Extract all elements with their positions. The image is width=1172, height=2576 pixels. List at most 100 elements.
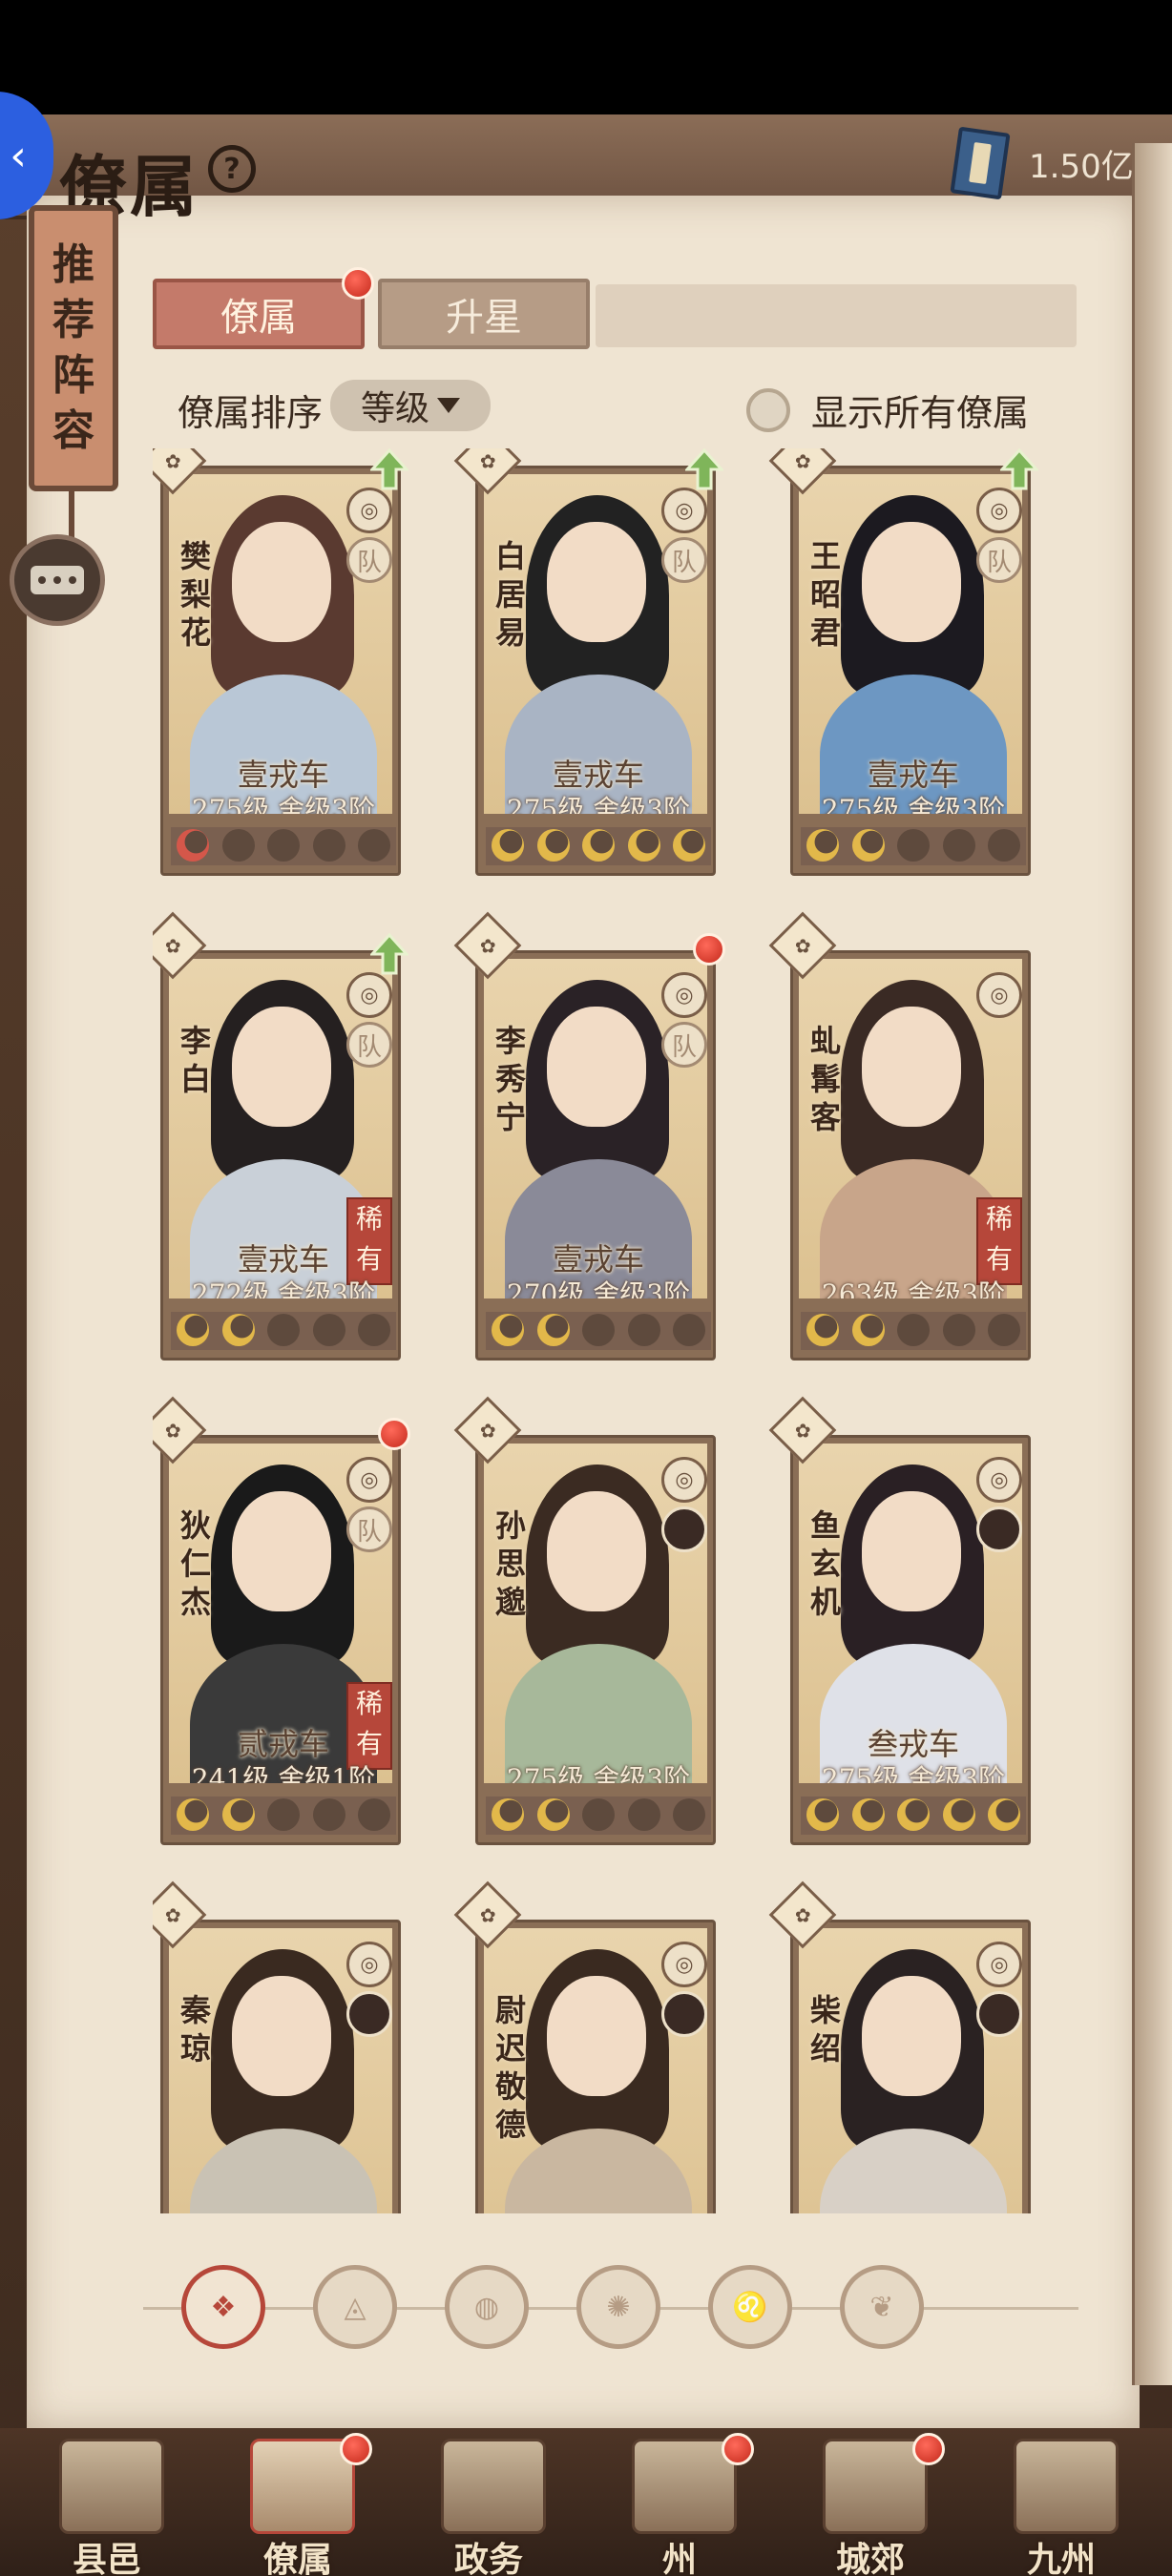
recommend-char: 阵: [52, 351, 94, 400]
portrait-face: [547, 1976, 646, 2096]
companion-avatar: [976, 1506, 1022, 1552]
star-row: [171, 1312, 396, 1350]
star-filled-icon: [851, 1314, 885, 1346]
level-stage-label: 275级 舍级3阶: [799, 1758, 1022, 1783]
star-row: [486, 827, 711, 865]
all-filter-icon[interactable]: ❖: [181, 2265, 265, 2349]
recommend-char: 容: [52, 406, 94, 455]
card-frame: 王昭君 ◎ 队 壹戎车 275级 舍级3阶: [790, 466, 1031, 876]
star-filled-icon: [897, 1798, 930, 1831]
stage-value: 舍级3阶: [278, 794, 376, 814]
sort-value: 等级: [360, 389, 429, 428]
nav-icon: [1014, 2439, 1119, 2534]
card-frame: 虬髯客 ◎ 稀有 263级 舍级3阶: [790, 950, 1031, 1361]
tab-retainers[interactable]: 僚属: [153, 267, 374, 349]
show-all-toggle[interactable]: 显示所有僚属: [746, 384, 1029, 436]
retainer-card[interactable]: 孙思邈 ◎ 275级 舍级3阶 ✿: [453, 1396, 723, 1857]
chat-button[interactable]: [10, 534, 105, 626]
star-empty-icon: [897, 829, 930, 862]
level-value: 275级: [506, 794, 585, 814]
nav-item-0[interactable]: 县邑: [21, 2433, 193, 2576]
upgrade-arrow-icon: [370, 448, 408, 490]
retainer-card[interactable]: 狄仁杰 ◎ 队 稀有 贰戎车 241级 舍级1阶 ✿: [153, 1396, 410, 1857]
cat-filter-icon[interactable]: ◍: [445, 2265, 529, 2349]
retainer-card[interactable]: 白居易 ◎ 队 壹戎车 275级 舍级3阶 ✿: [453, 448, 723, 887]
star-empty-icon: [988, 1314, 1020, 1346]
nav-item-1[interactable]: 僚属: [212, 2433, 384, 2576]
level-value: 270级: [506, 1278, 585, 1298]
nav-item-5[interactable]: 九州: [975, 2433, 1147, 2576]
nav-item-3[interactable]: 州: [594, 2433, 765, 2576]
retainer-card[interactable]: 柴绍 ◎ ✿: [768, 1880, 1038, 2213]
star-filled-icon: [177, 829, 209, 862]
stage-value: 舍级3阶: [908, 1278, 1006, 1298]
retainer-card[interactable]: 王昭君 ◎ 队 壹戎车 275级 舍级3阶 ✿: [768, 448, 1038, 887]
nav-item-2[interactable]: 政务: [403, 2433, 575, 2576]
book-currency-icon: [950, 126, 1011, 200]
lion-filter-icon[interactable]: ♌: [708, 2265, 792, 2349]
star-empty-icon: [358, 1798, 390, 1831]
retainer-card[interactable]: 樊梨花 ◎ 队 壹戎车 275级 舍级3阶 ✿: [153, 448, 408, 887]
portrait-body: [505, 2129, 692, 2213]
nav-label: 九州: [1026, 2540, 1096, 2576]
retainer-card[interactable]: 李秀宁 ◎ 队 壹戎车 270级 舍级3阶 ✿: [453, 911, 725, 1372]
portrait: 李秀宁 ◎ 队 壹戎车 270级 舍级3阶: [484, 959, 707, 1298]
retainer-card[interactable]: 虬髯客 ◎ 稀有 263级 舍级3阶 ✿: [768, 911, 1038, 1372]
recommend-lineup-button[interactable]: 推 荐 阵 容: [29, 205, 118, 491]
fan-filter-icon[interactable]: ✺: [576, 2265, 660, 2349]
bell-filter-icon[interactable]: ◬: [313, 2265, 397, 2349]
star-empty-icon: [582, 1314, 615, 1346]
faction-icon: ◎: [346, 972, 392, 1018]
nav-icon: [441, 2439, 546, 2534]
nav-label: 州: [661, 2540, 697, 2576]
star-row: [171, 1797, 396, 1835]
tab-label: 升星: [446, 296, 522, 340]
retainer-name: 王昭君: [809, 538, 841, 651]
sort-dropdown[interactable]: 等级: [330, 380, 491, 431]
star-empty-icon: [267, 829, 300, 862]
card-frame: 李白 ◎ 队 稀有 壹戎车 272级 舍级3阶: [160, 950, 401, 1361]
stage-value: 舍级3阶: [593, 794, 691, 814]
radio-button[interactable]: [746, 387, 790, 432]
stage-value: 舍级3阶: [278, 1278, 376, 1298]
upgrade-arrow-icon: [370, 933, 408, 975]
faction-icon: ◎: [346, 488, 392, 533]
portrait-face: [862, 1491, 961, 1611]
card-frame: 鱼玄机 ◎ 叁戎车 275级 舍级3阶: [790, 1435, 1031, 1845]
help-icon[interactable]: ?: [208, 145, 256, 193]
faction-icon: ◎: [661, 1457, 707, 1503]
faction-icon: ◎: [346, 1457, 392, 1503]
retainer-card[interactable]: 尉迟敬德 ◎ ✿: [453, 1880, 723, 2213]
star-empty-icon: [221, 829, 255, 862]
star-row: [486, 1312, 711, 1350]
faction-icon: ◎: [661, 488, 707, 533]
back-arrow-icon: ‹: [10, 131, 27, 180]
card-frame: 李秀宁 ◎ 队 壹戎车 270级 舍级3阶: [475, 950, 716, 1361]
recommend-char: 荐: [52, 296, 94, 344]
retainer-name: 鱼玄机: [809, 1507, 841, 1620]
filter-row: ❖ ◬ ◍ ✺ ♌ ❦: [143, 2261, 1078, 2357]
portrait-face: [232, 1491, 331, 1611]
tab-bar: 僚属 升星: [153, 267, 1078, 349]
notification-dot: [340, 2433, 372, 2465]
nav-icon: [59, 2439, 164, 2534]
portrait: 孙思邈 ◎ 275级 舍级3阶: [484, 1444, 707, 1783]
star-filled-icon: [536, 1314, 570, 1346]
card-frame: 孙思邈 ◎ 275级 舍级3阶: [475, 1435, 716, 1845]
portrait: 狄仁杰 ◎ 队 稀有 贰戎车 241级 舍级1阶: [169, 1444, 392, 1783]
star-empty-icon: [988, 829, 1020, 862]
retainer-card[interactable]: 鱼玄机 ◎ 叁戎车 275级 舍级3阶 ✿: [768, 1396, 1038, 1857]
retainer-card[interactable]: 李白 ◎ 队 稀有 壹戎车 272级 舍级3阶 ✿: [153, 911, 408, 1372]
retainer-name: 秦琼: [179, 1992, 211, 2067]
level-value: 241级: [191, 1763, 270, 1783]
leaf-filter-icon[interactable]: ❦: [840, 2265, 924, 2349]
status-bar: [0, 0, 1172, 114]
retainer-card[interactable]: 秦琼 ◎ ✿: [153, 1880, 408, 2213]
recommend-char: 推: [52, 240, 94, 289]
retainer-name: 樊梨花: [179, 538, 211, 651]
nav-item-4[interactable]: 城郊: [785, 2433, 956, 2576]
tab-star-up[interactable]: 升星: [378, 279, 590, 349]
retainer-name: 白居易: [494, 538, 526, 651]
star-row: [801, 827, 1026, 865]
retainer-name: 柴绍: [809, 1992, 841, 2067]
